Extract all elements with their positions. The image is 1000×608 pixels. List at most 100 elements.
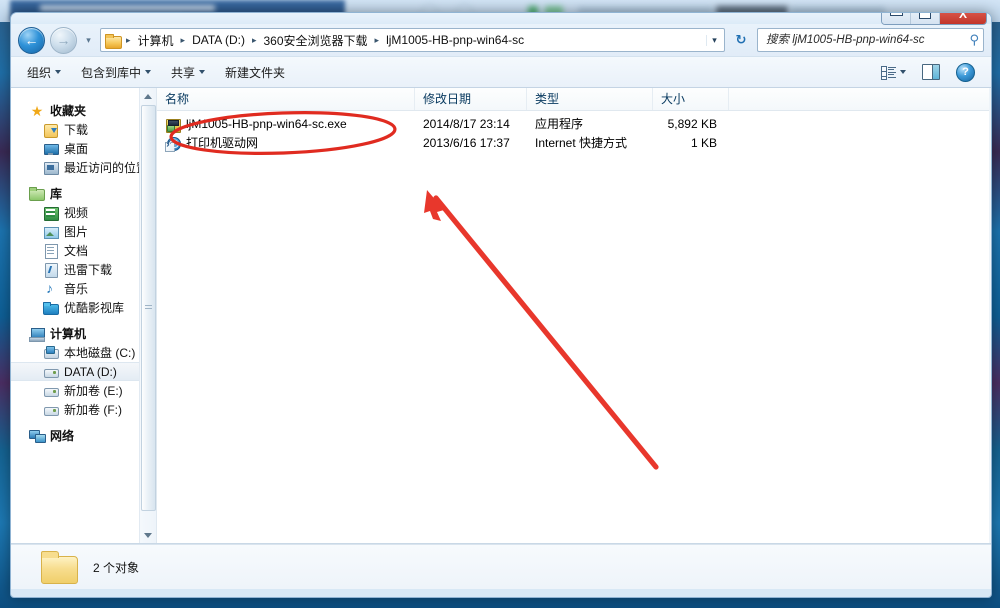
sidebar-item-thunder-download[interactable]: 迅雷下载 [11, 260, 156, 279]
column-header-type[interactable]: 类型 [527, 88, 653, 110]
scrollbar-thumb[interactable] [141, 105, 156, 511]
sidebar-item-desktop[interactable]: 桌面 [11, 139, 156, 158]
exe-file-icon [165, 117, 181, 133]
sidebar-item-videos[interactable]: 视频 [11, 203, 156, 222]
sidebar-item-libraries[interactable]: 库 [11, 184, 156, 203]
windows-explorer-window: X ← → ▾ ▸ 计算机 ▸ DATA (D:) ▸ 360安全浏览器下载 ▸… [10, 12, 992, 598]
search-box[interactable]: ⚲ [757, 28, 984, 52]
drive-icon [43, 383, 59, 399]
sidebar-item-computer[interactable]: 计算机 [11, 324, 156, 343]
change-view-button[interactable] [875, 62, 912, 83]
navigation-pane-scrollbar[interactable] [139, 88, 156, 543]
system-disk-icon [43, 345, 59, 361]
sidebar-item-music[interactable]: 音乐 [11, 279, 156, 298]
window-controls: X [881, 13, 987, 25]
sidebar-label-music: 音乐 [64, 282, 89, 296]
sidebar-item-network[interactable]: 网络 [11, 426, 156, 445]
help-button[interactable]: ? [950, 59, 981, 86]
toolbar-new-folder-label: 新建文件夹 [225, 65, 286, 80]
chevron-down-icon [145, 70, 152, 74]
forward-button[interactable]: → [50, 26, 77, 54]
video-icon [43, 205, 59, 221]
breadcrumb-item-0[interactable]: 计算机 [134, 30, 178, 51]
sidebar-label-videos: 视频 [64, 206, 89, 220]
sidebar-label-volume-f: 新加卷 (F:) [64, 403, 122, 417]
preview-pane-icon [922, 64, 940, 80]
sidebar-item-downloads[interactable]: 下载 [11, 120, 156, 139]
nav-group-computer: 计算机 本地磁盘 (C:) DATA (D:) 新加卷 (E:) 新加卷 (F:… [11, 324, 156, 419]
library-icon [29, 186, 45, 202]
column-header-name[interactable]: 名称 [157, 88, 415, 110]
scroll-up-button[interactable] [140, 88, 156, 104]
chevron-down-icon: ▾ [712, 34, 717, 45]
sidebar-item-local-disk-c[interactable]: 本地磁盘 (C:) [11, 343, 156, 362]
sidebar-label-local-disk-c: 本地磁盘 (C:) [64, 346, 136, 360]
music-icon [43, 280, 59, 297]
sidebar-label-documents: 文档 [64, 244, 89, 258]
close-button[interactable]: X [940, 13, 986, 24]
column-header-date-modified[interactable]: 修改日期 [415, 88, 527, 110]
address-dropdown-button[interactable]: ▾ [706, 34, 722, 46]
toolbar-organize-label: 组织 [27, 65, 52, 80]
sidebar-item-data-d[interactable]: DATA (D:) [11, 362, 156, 381]
scroll-down-button[interactable] [140, 527, 156, 543]
sidebar-label-desktop: 桌面 [64, 142, 89, 156]
back-button[interactable]: ← [18, 26, 45, 54]
minimize-button[interactable] [882, 13, 911, 24]
maximize-icon [919, 13, 931, 19]
file-type-cell: 应用程序 [535, 117, 584, 131]
sidebar-item-volume-e[interactable]: 新加卷 (E:) [11, 381, 156, 400]
toolbar-organize-button[interactable]: 组织 [17, 60, 71, 85]
sidebar-item-documents[interactable]: 文档 [11, 241, 156, 260]
file-list-pane: 名称 修改日期 类型 大小 ljM1005-HB-pnp-win64-sc.ex… [156, 88, 991, 543]
chevron-down-icon: ▾ [86, 34, 91, 45]
toolbar-new-folder-button[interactable]: 新建文件夹 [215, 60, 295, 85]
breadcrumb-item-1[interactable]: DATA (D:) [188, 31, 249, 49]
toolbar-right-group: ? [875, 59, 985, 86]
thunder-download-icon [43, 262, 59, 278]
folder-icon [105, 33, 122, 49]
minimize-icon [889, 13, 903, 16]
sidebar-item-favorites[interactable]: ★ 收藏夹 [11, 101, 156, 120]
back-arrow-icon: ← [24, 32, 39, 48]
breadcrumb-separator-2: ▸ [251, 34, 257, 45]
file-size-cell: 5,892 KB [667, 117, 717, 131]
table-row[interactable]: ljM1005-HB-pnp-win64-sc.exe 2014/8/17 23… [157, 115, 991, 134]
address-bar-row: ← → ▾ ▸ 计算机 ▸ DATA (D:) ▸ 360安全浏览器下载 ▸ l… [11, 24, 991, 56]
file-name-label: ljM1005-HB-pnp-win64-sc.exe [186, 117, 347, 131]
refresh-button[interactable]: ↻ [730, 29, 752, 51]
help-icon: ? [956, 62, 975, 82]
breadcrumb-separator-3: ▸ [374, 34, 380, 45]
address-bar[interactable]: ▸ 计算机 ▸ DATA (D:) ▸ 360安全浏览器下载 ▸ ljM1005… [100, 28, 725, 52]
sidebar-item-youku-library[interactable]: 优酷影视库 [11, 298, 156, 317]
recent-pages-button[interactable]: ▾ [82, 35, 95, 46]
show-preview-pane-button[interactable] [916, 60, 946, 84]
toolbar-include-in-library-button[interactable]: 包含到库中 [71, 60, 161, 85]
breadcrumb-item-3[interactable]: ljM1005-HB-pnp-win64-sc [382, 31, 528, 49]
file-list-scroll-gutter[interactable] [989, 88, 991, 543]
column-header-filler [729, 88, 991, 110]
breadcrumb: ▸ 计算机 ▸ DATA (D:) ▸ 360安全浏览器下载 ▸ ljM1005… [105, 30, 706, 51]
column-header-size[interactable]: 大小 [653, 88, 729, 110]
file-name-cell[interactable]: ljM1005-HB-pnp-win64-sc.exe [157, 115, 415, 134]
pictures-icon [43, 224, 59, 240]
drive-icon [43, 364, 59, 380]
breadcrumb-item-2[interactable]: 360安全浏览器下载 [260, 30, 372, 51]
search-input[interactable] [764, 33, 970, 47]
sidebar-item-pictures[interactable]: 图片 [11, 222, 156, 241]
youku-library-icon [43, 300, 59, 316]
sidebar-item-volume-f[interactable]: 新加卷 (F:) [11, 400, 156, 419]
star-icon: ★ [30, 102, 44, 119]
maximize-button[interactable] [911, 13, 940, 24]
toolbar-share-button[interactable]: 共享 [161, 60, 215, 85]
file-type-cell: Internet 快捷方式 [535, 136, 628, 150]
sidebar-label-volume-e: 新加卷 (E:) [64, 384, 123, 398]
sidebar-item-recent-places[interactable]: 最近访问的位置 [11, 158, 156, 177]
table-row[interactable]: 打印机驱动网 2013/6/16 17:37 Internet 快捷方式 1 K… [157, 134, 991, 153]
column-header-row: 名称 修改日期 类型 大小 [157, 88, 991, 111]
file-name-cell[interactable]: 打印机驱动网 [157, 134, 415, 153]
sidebar-label-libraries: 库 [50, 187, 63, 201]
window-body: ★ 收藏夹 下载 桌面 最近访问的位置 库 视频 图片 文档 迅雷下载 ♪ 音乐… [11, 88, 991, 544]
file-size-cell: 1 KB [690, 136, 717, 150]
nav-group-network: 网络 [11, 426, 156, 445]
